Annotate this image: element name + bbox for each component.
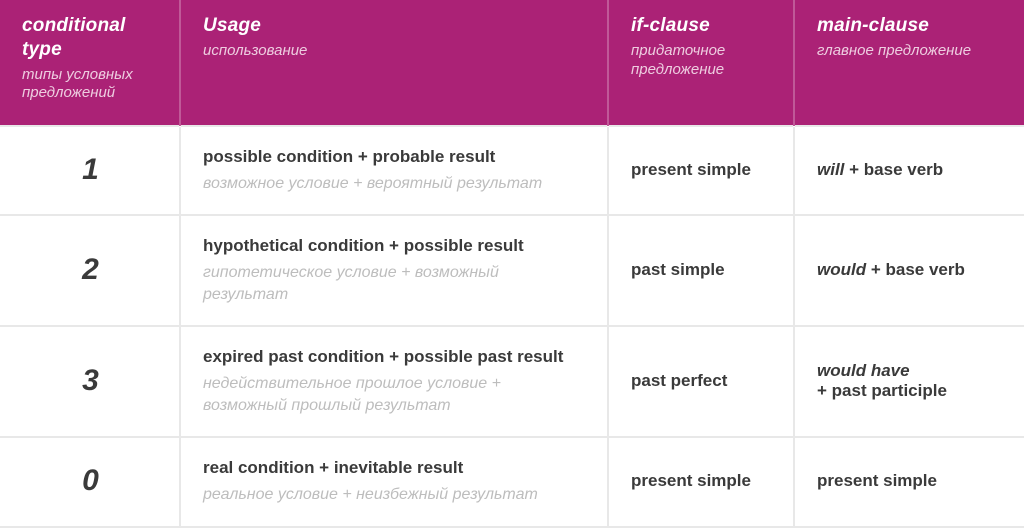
usage-en: possible condition + probable result (203, 145, 587, 169)
usage-ru: возможное условие + вероятный результат (203, 173, 587, 195)
if-clause-cell: present simple (608, 437, 794, 526)
main-clause-cell: will + base verb (794, 126, 1024, 215)
usage-ru: гипотетическое условие + возможный резул… (203, 262, 587, 305)
header-if-clause: if-clause придаточное предложение (608, 0, 794, 126)
type-number: 1 (0, 126, 180, 215)
header-ru: придаточное предложение (631, 42, 773, 80)
header-en: if-clause (631, 14, 773, 38)
usage-cell: hypothetical condition + possible result… (180, 215, 608, 326)
conditionals-table: conditional type типы условных предложен… (0, 0, 1024, 528)
header-usage: Usage использование (180, 0, 608, 126)
header-en: conditional type (22, 14, 159, 62)
table-row: 2 hypothetical condition + possible resu… (0, 215, 1024, 326)
usage-en: expired past condition + possible past r… (203, 345, 587, 369)
type-number: 0 (0, 437, 180, 526)
if-clause-cell: past perfect (608, 326, 794, 437)
usage-cell: possible condition + probable result воз… (180, 126, 608, 215)
header-en: main-clause (817, 14, 1004, 38)
header-ru: главное предложение (817, 42, 1004, 61)
if-clause-cell: present simple (608, 126, 794, 215)
header-conditional-type: conditional type типы условных предложен… (0, 0, 180, 126)
main-clause-cell: present simple (794, 437, 1024, 526)
usage-en: real condition + inevitable result (203, 456, 587, 480)
table-row: 0 real condition + inevitable result реа… (0, 437, 1024, 526)
header-en: Usage (203, 14, 587, 38)
header-row: conditional type типы условных предложен… (0, 0, 1024, 126)
header-main-clause: main-clause главное предложение (794, 0, 1024, 126)
usage-ru: реальное условие + неизбежный результат (203, 484, 587, 506)
type-number: 3 (0, 326, 180, 437)
type-number: 2 (0, 215, 180, 326)
usage-ru: недействительное прошлое условие + возмо… (203, 373, 587, 416)
if-clause-cell: past simple (608, 215, 794, 326)
usage-cell: expired past condition + possible past r… (180, 326, 608, 437)
usage-cell: real condition + inevitable result реаль… (180, 437, 608, 526)
table-row: 3 expired past condition + possible past… (0, 326, 1024, 437)
usage-en: hypothetical condition + possible result (203, 234, 587, 258)
table-body: 1 possible condition + probable result в… (0, 126, 1024, 527)
table-row: 1 possible condition + probable result в… (0, 126, 1024, 215)
header-ru: использование (203, 42, 587, 61)
main-clause-cell: would + base verb (794, 215, 1024, 326)
header-ru: типы условных предложений (22, 66, 159, 104)
main-clause-cell: would have+ past participle (794, 326, 1024, 437)
